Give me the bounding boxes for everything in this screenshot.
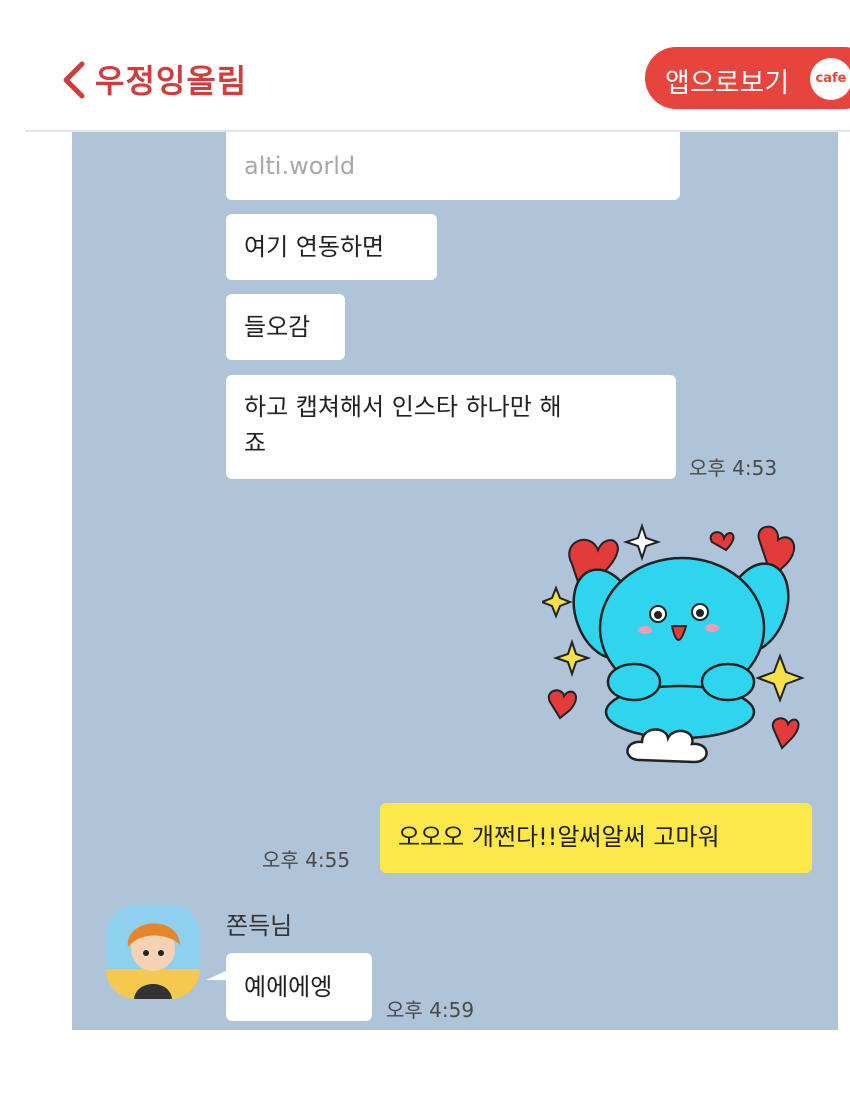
sparkle-icon [622,522,662,562]
top-bar: 우정잉올림 앱으로보기 cafe [0,0,850,132]
message-bubble: 들오감 [226,294,345,360]
message-bubble: 하고 캡쳐해서 인스타 하나만 해 죠 [226,375,676,479]
sender-name: 쫀득님 [226,912,293,940]
message-text: 여기 연동하면 [244,233,385,261]
message-text: 예에에엥 [244,973,333,1001]
open-in-app-label: 앱으로보기 [665,68,790,99]
cafe-title[interactable]: 우정잉올림 [95,56,247,102]
message-time: 오후 4:53 [689,456,778,480]
profile-avatar[interactable] [106,905,200,999]
message-time: 오후 4:55 [262,848,351,872]
sparkle-icon [552,638,592,678]
message-bubble-link[interactable]: alti.world [226,132,680,200]
heart-icon [547,689,577,720]
message-bubble: 예에에엥 [226,953,372,1021]
chat-area[interactable]: alti.world 여기 연동하면 들오감 하고 캡쳐해서 인스타 하나만 해… [72,132,838,1030]
my-message-bubble: 오오오 개쩐다!!알써알써 고마워 [380,803,812,873]
message-bubble: 여기 연동하면 [226,214,437,280]
emoticon-sticker[interactable] [542,522,812,792]
cafe-badge-icon: cafe [810,58,850,100]
message-time: 오후 4:59 [386,998,475,1022]
back-chevron-icon[interactable] [58,58,92,102]
message-text: 들오감 [244,313,311,341]
message-text-line: 죠 [244,429,267,457]
open-in-app-button[interactable]: 앱으로보기 cafe [645,47,850,109]
message-text-line: 하고 캡쳐해서 인스타 하나만 해 [244,393,562,421]
message-text: 오오오 개쩐다!!알써알써 고마워 [398,823,720,851]
heart-icon [771,717,800,750]
sparkle-icon [755,653,805,703]
bubble-tail [206,970,228,980]
sparkle-icon [542,585,573,619]
heart-icon [709,531,735,552]
message-text: alti.world [244,152,356,180]
